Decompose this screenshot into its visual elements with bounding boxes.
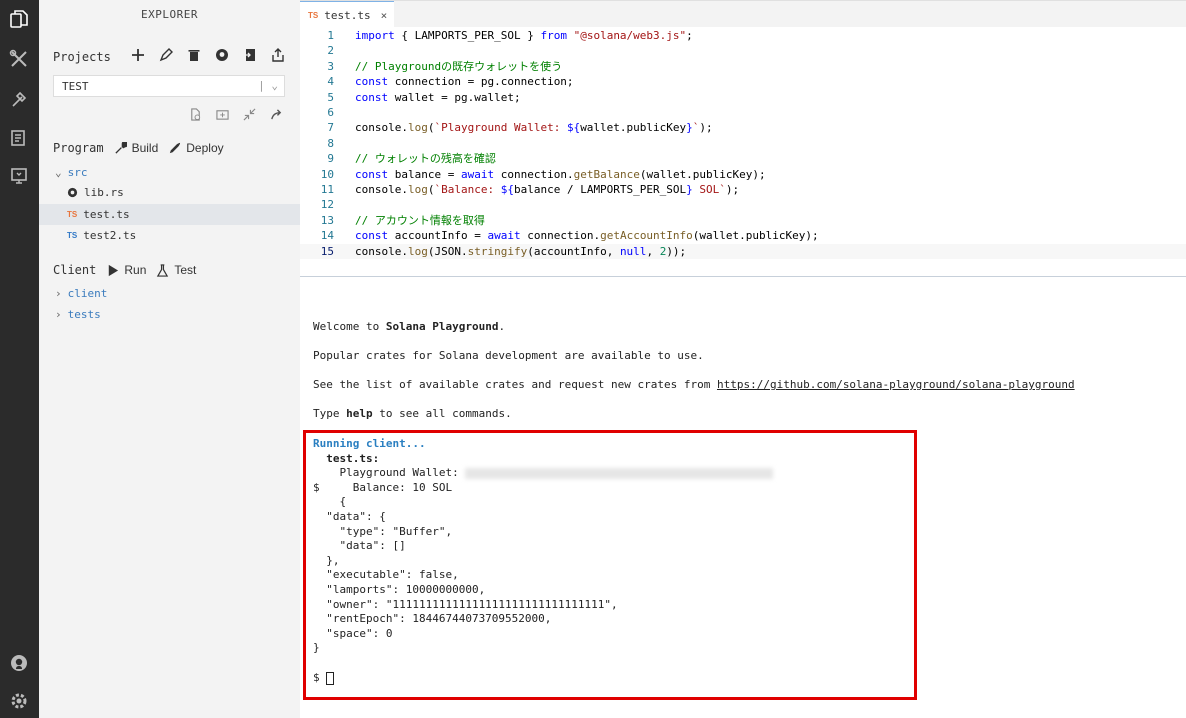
hammer-icon[interactable] xyxy=(8,88,30,110)
typescript-icon: TS xyxy=(308,10,319,20)
code-text: import { LAMPORTS_PER_SOL } from "@solan… xyxy=(355,29,693,42)
folder-label: tests xyxy=(67,308,101,321)
tab-label: test.ts xyxy=(324,8,371,22)
file-item-test-ts[interactable]: TS test.ts xyxy=(39,204,300,225)
tutorials-icon[interactable] xyxy=(8,127,30,149)
welcome-line: Welcome to Solana Playground. xyxy=(313,320,506,333)
code-line: 5 const wallet = pg.wallet; xyxy=(327,90,521,104)
code-line: 12 xyxy=(320,198,334,212)
code-line: 10 const balance = await connection.getBa… xyxy=(320,167,766,181)
export-icon[interactable] xyxy=(271,48,285,62)
code-line: 9// ウォレットの残高を確認 xyxy=(327,152,496,166)
code-line-active: 15 console.log(JSON.stringify(accountInfo… xyxy=(300,243,1186,259)
code-text: const accountInfo = await connection.get… xyxy=(355,229,819,243)
src-folder-label: src xyxy=(67,166,88,179)
file-name: test2.ts xyxy=(83,229,137,242)
new-folder-icon[interactable] xyxy=(216,108,229,126)
chevron-right-icon: › xyxy=(55,287,62,300)
editor-tabbar: TS test.ts × xyxy=(300,0,1186,28)
program-row: Program Build Deploy xyxy=(53,141,224,155)
client-folder[interactable]: › client xyxy=(39,283,300,304)
project-select[interactable]: TEST | ⌄ xyxy=(53,75,285,97)
code-text: console.log(JSON.stringify(accountInfo, … xyxy=(355,244,687,258)
code-text: const balance = await connection.getBala… xyxy=(355,167,766,181)
typescript-icon: TS xyxy=(67,231,78,240)
new-file-icon[interactable] xyxy=(189,108,202,126)
tools-icon[interactable] xyxy=(8,48,30,70)
rust-icon xyxy=(67,187,78,198)
chevron-right-icon: › xyxy=(55,308,62,321)
github-import-icon[interactable] xyxy=(215,48,229,62)
rocket-icon xyxy=(170,142,181,153)
play-icon xyxy=(109,264,119,276)
project-select-value: TEST xyxy=(62,80,89,93)
run-button[interactable]: Run xyxy=(106,263,146,277)
programs-icon[interactable] xyxy=(8,165,30,187)
import-icon[interactable] xyxy=(243,48,257,62)
code-text: // ウォレットの残高を確認 xyxy=(355,152,496,166)
file-item-lib-rs[interactable]: lib.rs xyxy=(39,182,300,203)
build-button[interactable]: Build xyxy=(114,141,159,155)
type-help-line: Type help to see all commands. xyxy=(313,407,512,420)
projects-label: Projects xyxy=(53,50,111,64)
chevron-down-icon: | ⌄ xyxy=(258,79,278,92)
file-name: lib.rs xyxy=(84,186,124,199)
code-text: // アカウント情報を取得 xyxy=(355,213,485,227)
code-line: 8 xyxy=(327,136,334,150)
run-label: Run xyxy=(124,263,147,277)
close-icon[interactable]: × xyxy=(381,9,388,22)
test-button[interactable]: Test xyxy=(156,263,196,277)
rename-icon[interactable] xyxy=(159,48,173,62)
build-label: Build xyxy=(131,141,159,155)
client-label: Client xyxy=(53,263,97,277)
client-row: Client Run Test xyxy=(53,263,196,277)
plus-icon[interactable] xyxy=(131,48,145,62)
code-text: console.log(`Balance: ${balance / LAMPOR… xyxy=(355,183,740,196)
code-line: 14 const accountInfo = await connection.g… xyxy=(320,229,819,243)
code-line: 6 xyxy=(327,106,334,119)
chevron-down-icon: ⌄ xyxy=(55,166,62,179)
program-label: Program xyxy=(53,141,104,155)
file-name: test.ts xyxy=(83,208,130,221)
explorer-icon[interactable] xyxy=(8,8,30,30)
code-line: 7 console.log(`Playground Wallet: ${walle… xyxy=(327,121,713,135)
activity-bar xyxy=(0,0,39,718)
project-actions xyxy=(131,48,285,62)
file-actions xyxy=(189,108,283,126)
trash-icon[interactable] xyxy=(187,48,201,62)
tab-test-ts[interactable]: TS test.ts × xyxy=(300,1,394,28)
github-icon[interactable] xyxy=(8,652,30,674)
code-line: 11 console.log(`Balance: ${balance / LAMP… xyxy=(320,183,740,196)
code-line: 13// アカウント情報を取得 xyxy=(320,213,485,227)
crates-link[interactable]: https://github.com/solana-playground/sol… xyxy=(717,378,1075,391)
wrench-icon xyxy=(114,141,127,154)
code-editor[interactable]: 1 import { LAMPORTS_PER_SOL } from "@sola… xyxy=(300,27,1186,277)
highlight-box xyxy=(303,430,917,700)
deploy-button[interactable]: Deploy xyxy=(168,141,224,155)
typescript-icon: TS xyxy=(67,210,78,219)
folder-label: client xyxy=(67,287,108,300)
code-text: // Playgroundの既存ウォレットを使う xyxy=(355,59,563,73)
code-line: 1 import { LAMPORTS_PER_SOL } from "@sola… xyxy=(327,29,693,42)
tests-folder[interactable]: › tests xyxy=(39,304,300,325)
code-line: 2 xyxy=(327,44,334,58)
explorer-sidebar: EXPLORER Projects TEST | ⌄ Program Build… xyxy=(39,0,300,718)
code-line: 3// Playgroundの既存ウォレットを使う xyxy=(327,59,563,73)
deploy-label: Deploy xyxy=(186,141,224,155)
src-folder[interactable]: ⌄ src xyxy=(39,162,300,183)
code-text: const wallet = pg.wallet; xyxy=(355,90,521,104)
collapse-icon[interactable] xyxy=(243,108,256,126)
sidebar-title: EXPLORER xyxy=(141,8,198,21)
flask-icon xyxy=(157,263,169,277)
test-label: Test xyxy=(174,263,197,277)
share-icon[interactable] xyxy=(270,108,283,126)
see-list-line: See the list of available crates and req… xyxy=(313,378,1075,391)
code-text: const connection = pg.connection; xyxy=(355,75,574,89)
popular-line: Popular crates for Solana development ar… xyxy=(313,349,704,362)
file-item-test2-ts[interactable]: TS test2.ts xyxy=(39,225,300,246)
settings-gear-icon[interactable] xyxy=(8,690,30,712)
code-text: console.log(`Playground Wallet: ${wallet… xyxy=(355,121,713,135)
code-line: 4 const connection = pg.connection; xyxy=(327,75,574,89)
